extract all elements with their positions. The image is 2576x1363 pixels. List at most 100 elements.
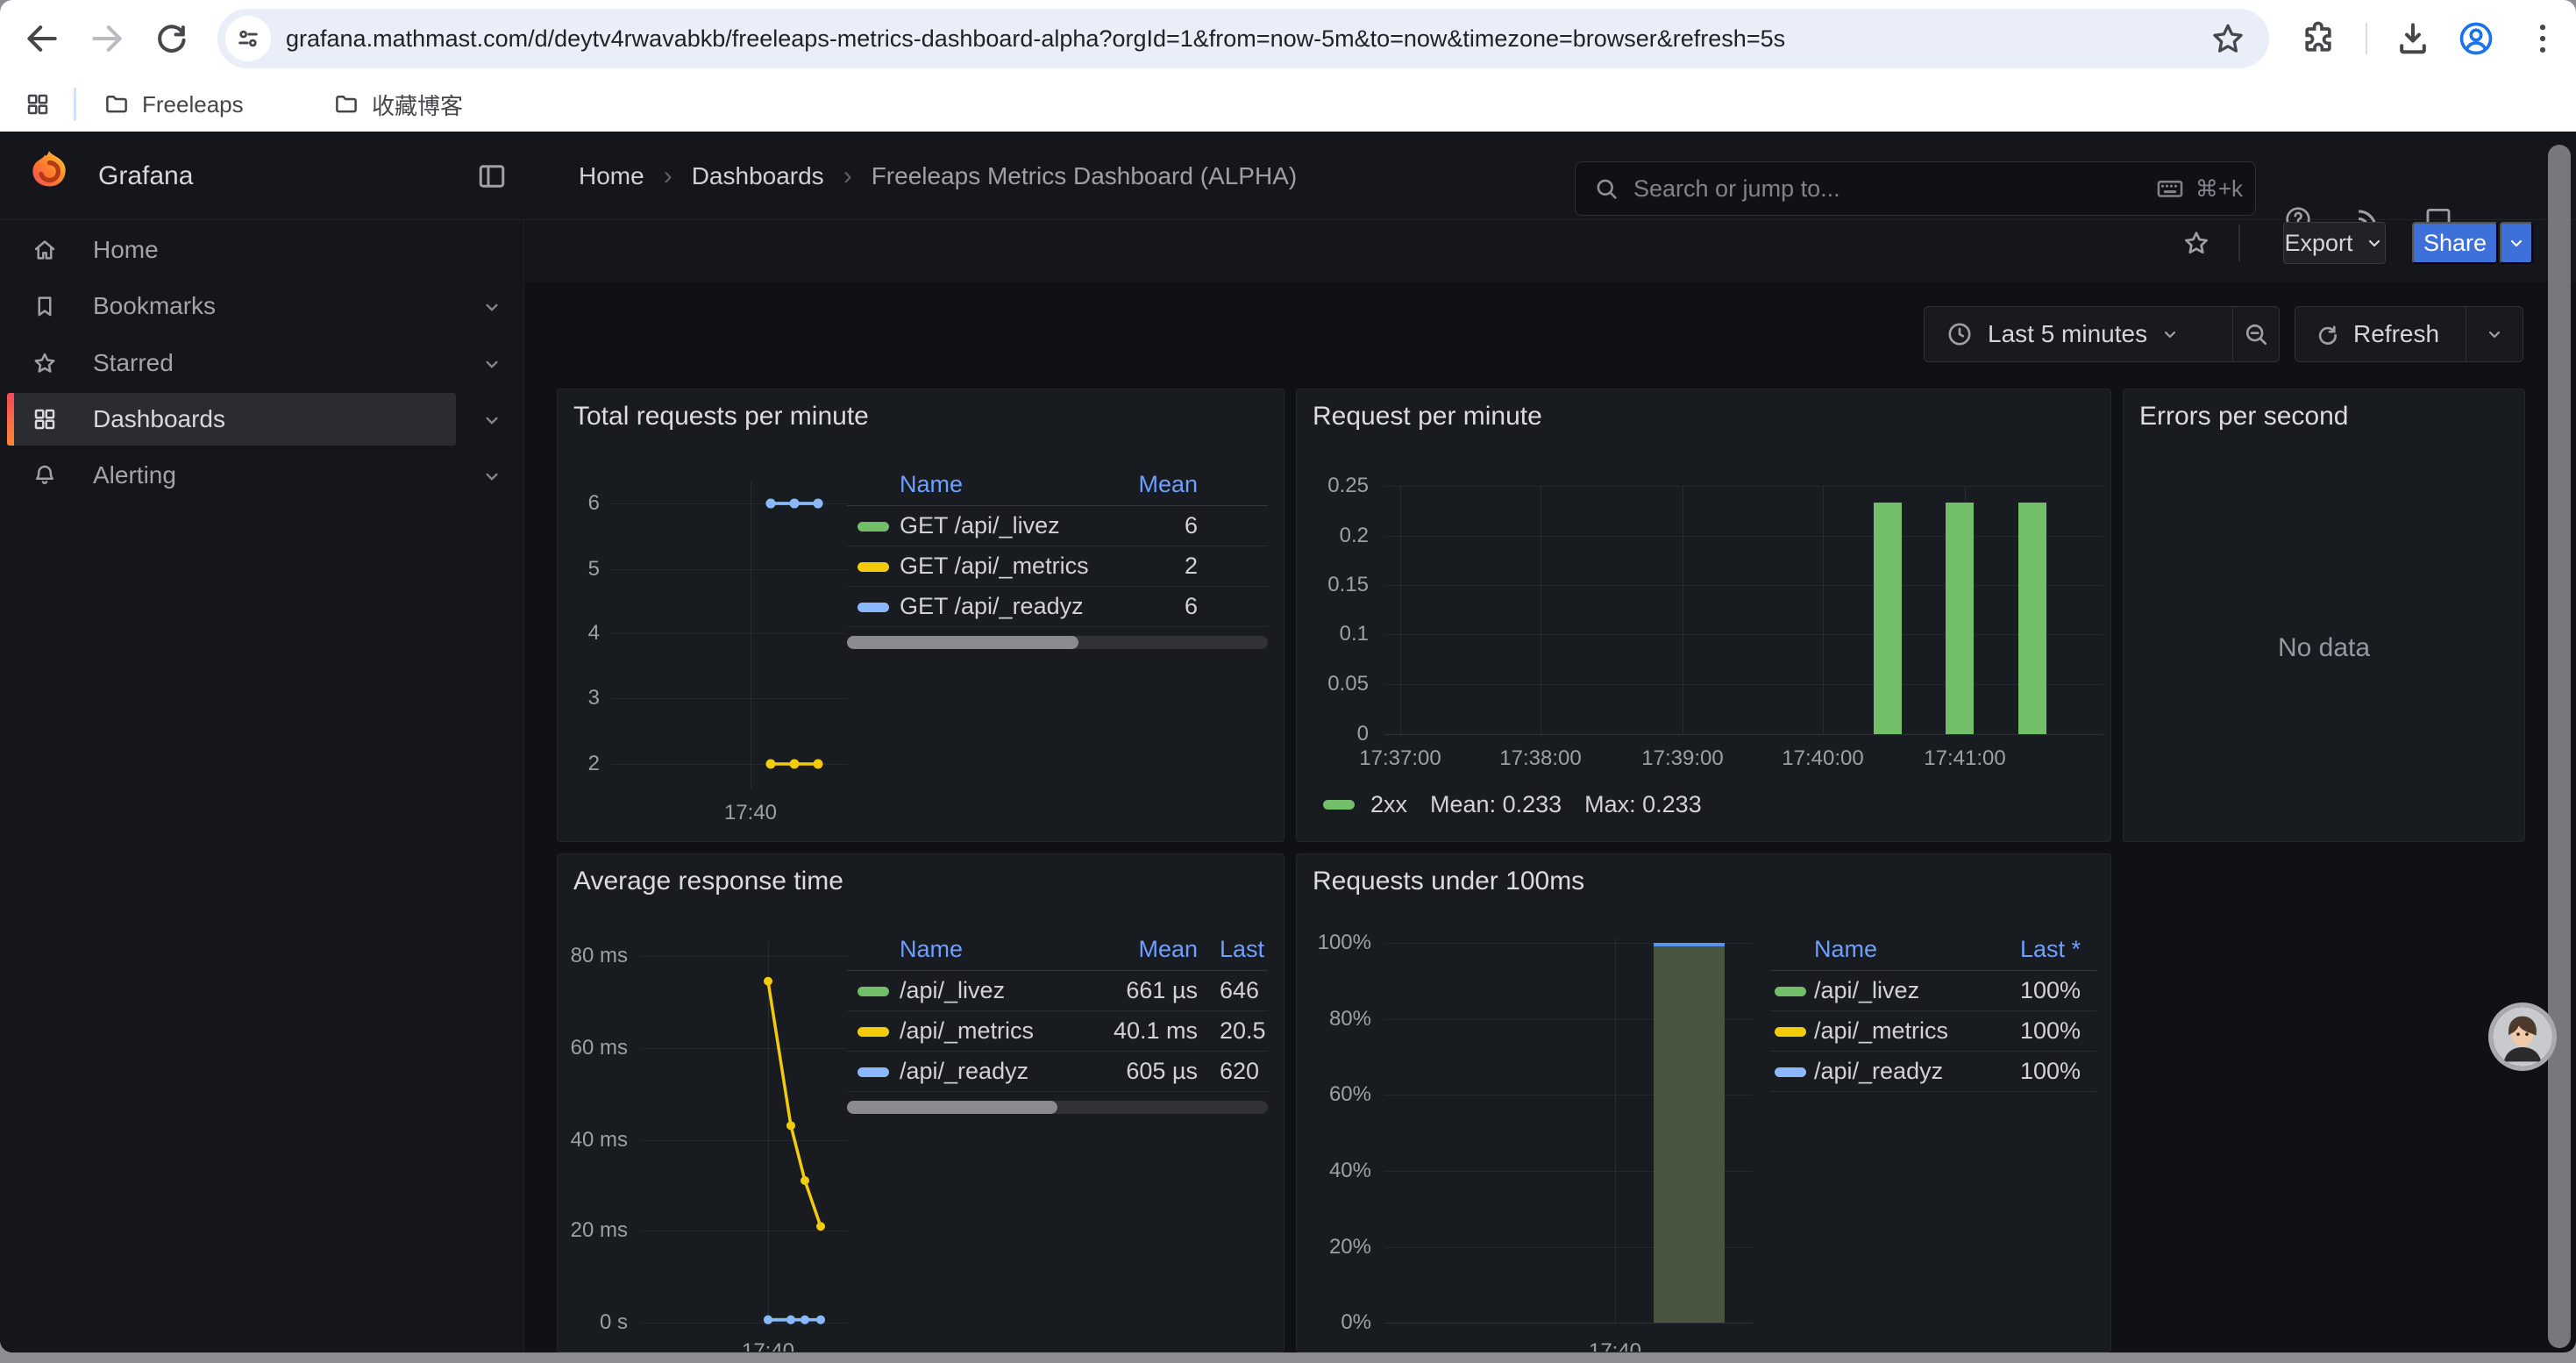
legend-header-name[interactable]: Name — [1814, 929, 1877, 970]
legend-series-name[interactable]: GET /api/_livez — [900, 506, 1060, 546]
series-color-pill — [857, 603, 889, 612]
sidebar-item-home[interactable]: Home — [0, 222, 524, 278]
chevron-down-icon[interactable] — [480, 296, 503, 318]
breadcrumb: Home › Dashboards › Freeleaps Metrics Da… — [579, 132, 1297, 220]
page-scrollbar[interactable] — [2548, 145, 2571, 1348]
legend-series-name[interactable]: 2xx — [1370, 791, 1407, 818]
y-tick: 20 ms — [558, 1217, 628, 1244]
browser-menu-button[interactable] — [2523, 19, 2562, 58]
apps-button[interactable] — [25, 77, 51, 132]
legend-series-name[interactable]: /api/_metrics — [1814, 1011, 1948, 1051]
chevron-down-icon[interactable] — [480, 465, 503, 488]
breadcrumb-home[interactable]: Home — [579, 162, 644, 190]
extensions-button[interactable] — [2299, 19, 2338, 58]
zoom-out-button[interactable] — [2233, 320, 2279, 348]
forward-button[interactable] — [88, 19, 126, 58]
sidebar-item-label: Home — [93, 222, 159, 278]
bookmark-folder-blogs[interactable]: 收藏博客 — [333, 77, 463, 132]
search-input[interactable]: Search or jump to... ⌘+k — [1575, 161, 2256, 216]
refresh-icon — [2315, 321, 2341, 347]
legend-header-name[interactable]: Name — [900, 464, 963, 505]
sidebar-nav: Home Bookmarks Starred Dashboards — [0, 220, 524, 1352]
legend-series-name[interactable]: GET /api/_readyz — [900, 587, 1084, 626]
legend-series-name[interactable]: /api/_readyz — [900, 1052, 1028, 1091]
panel-title[interactable]: Total requests per minute — [573, 402, 869, 432]
chevron-down-icon — [2484, 324, 2505, 345]
url-bar[interactable]: grafana.mathmast.com/d/deytv4rwavabkb/fr… — [217, 9, 2269, 68]
panel-requests-under-100ms: Requests under 100ms 100% 80% 60% 40% 20… — [1296, 853, 2111, 1352]
x-tick: 17:38:00 — [1488, 746, 1593, 772]
legend-header: Name Mean Last * — [847, 929, 1268, 971]
sidebar-item-label: Alerting — [93, 447, 176, 503]
site-settings-button[interactable] — [225, 16, 271, 61]
legend-header-mean[interactable]: Mean — [1057, 929, 1198, 970]
y-tick: 2 — [558, 751, 600, 777]
legend-last-value: 20.5 ms — [1220, 1011, 1268, 1051]
sidebar-item-dashboards[interactable]: Dashboards — [0, 391, 524, 447]
sidebar-item-bookmarks[interactable]: Bookmarks — [0, 278, 524, 334]
legend-table: Name Last * /api/_livez 100% /api/_metri… — [1770, 929, 2096, 1095]
legend-last-value: 646 — [1220, 971, 1268, 1010]
legend-series-name[interactable]: /api/_readyz — [1814, 1052, 1943, 1091]
legend-header: Name Last * — [1770, 929, 2096, 971]
export-button[interactable]: Export — [2283, 222, 2386, 264]
legend-header-last[interactable]: Last * — [1220, 929, 1268, 970]
folder-icon — [333, 91, 359, 118]
y-tick: 0 s — [558, 1309, 628, 1336]
favorite-dashboard-button[interactable] — [2181, 228, 2211, 258]
legend-scrollbar[interactable] — [847, 636, 1268, 649]
sidebar-item-starred[interactable]: Starred — [0, 335, 524, 391]
share-menu-button[interactable] — [2500, 222, 2533, 264]
share-button[interactable]: Share — [2412, 222, 2498, 264]
grafana-logo[interactable] — [26, 149, 72, 200]
bell-icon — [32, 462, 58, 489]
bookmark-folder-freeleaps[interactable]: Freeleaps — [103, 77, 244, 132]
legend-series-name[interactable]: /api/_livez — [1814, 971, 1919, 1010]
legend-header-mean[interactable]: Mean — [1057, 464, 1198, 505]
refresh-interval-button[interactable] — [2466, 324, 2523, 345]
sidebar-toggle-button[interactable] — [476, 161, 508, 192]
selected-item-accent-bar — [7, 393, 14, 446]
reload-button[interactable] — [153, 19, 191, 58]
legend-series-name[interactable]: /api/_metrics — [900, 1011, 1034, 1051]
refresh-button-group[interactable]: Refresh — [2295, 306, 2523, 362]
legend-row: /api/_metrics 40.1 ms 20.5 ms — [847, 1011, 1268, 1052]
legend-table: Name Mean GET /api/_livez 6 GET /api/_me… — [847, 464, 1268, 653]
series-color-pill — [857, 987, 889, 996]
series-color-pill — [857, 1027, 889, 1037]
downloads-button[interactable] — [2394, 19, 2432, 58]
bookmark-folder-label: Freeleaps — [142, 91, 244, 118]
breadcrumb-dashboards[interactable]: Dashboards — [692, 162, 824, 190]
x-tick: 17:40 — [715, 800, 786, 826]
chevron-down-icon[interactable] — [480, 409, 503, 432]
bookmark-star-button[interactable] — [2210, 20, 2246, 57]
breadcrumb-separator: › — [664, 161, 672, 191]
grafana-header: Grafana Home › Dashboards › Freeleaps Me… — [0, 132, 2576, 220]
folder-icon — [103, 91, 130, 118]
legend-scrollbar-thumb[interactable] — [847, 636, 1078, 649]
apps-grid-icon — [25, 91, 51, 118]
arrow-right-icon — [88, 19, 126, 58]
time-range-picker[interactable]: Last 5 minutes — [1924, 306, 2280, 362]
legend-header-name[interactable]: Name — [900, 929, 963, 970]
url-text: grafana.mathmast.com/d/deytv4rwavabkb/fr… — [286, 9, 1785, 68]
legend-mean-value: 661 µs — [1057, 971, 1198, 1010]
panel-errors-per-second: Errors per second No data — [2123, 389, 2525, 842]
panel-title[interactable]: Errors per second — [2139, 402, 2348, 432]
assistant-avatar-widget[interactable] — [2493, 1007, 2552, 1067]
profile-button[interactable] — [2457, 19, 2495, 58]
bar-top-line — [1654, 943, 1725, 946]
back-button[interactable] — [23, 19, 61, 58]
legend-header-last[interactable]: Last * — [2020, 929, 2081, 970]
legend-scrollbar-thumb[interactable] — [847, 1101, 1057, 1114]
chevron-down-icon[interactable] — [480, 353, 503, 375]
share-label: Share — [2423, 230, 2487, 257]
legend-mean-value: 6 — [1057, 506, 1198, 546]
panel-title[interactable]: Average response time — [573, 867, 843, 896]
sidebar-item-alerting[interactable]: Alerting — [0, 447, 524, 503]
legend-row: /api/_livez 661 µs 646 — [847, 971, 1268, 1011]
legend-scrollbar[interactable] — [847, 1101, 1268, 1114]
gridline — [612, 698, 847, 699]
legend-series-name[interactable]: /api/_livez — [900, 971, 1005, 1010]
x-tick: 17:39:00 — [1630, 746, 1735, 772]
